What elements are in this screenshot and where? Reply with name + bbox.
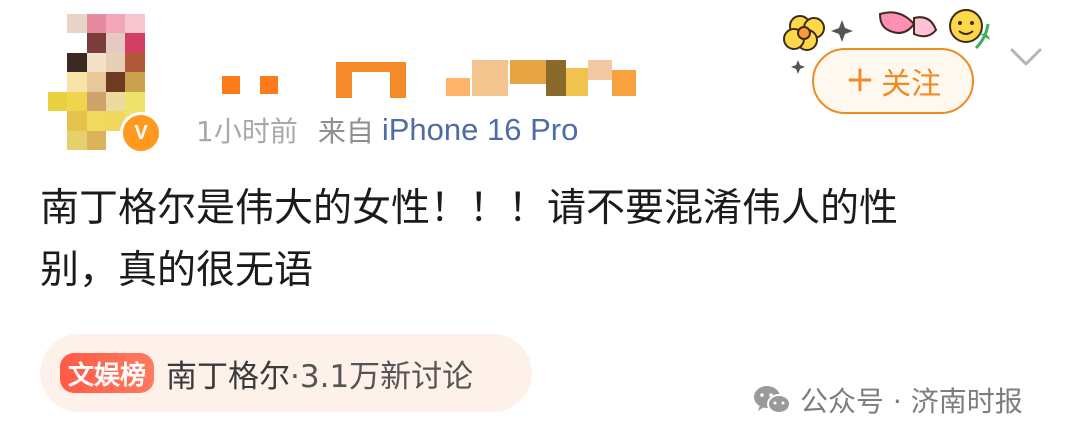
post-text-line: 南丁格尔是伟大的女性！！！请不要混淆伟人的性 xyxy=(40,186,899,231)
post-source: 来自 iPhone 16 Pro xyxy=(318,110,579,150)
wechat-icon xyxy=(754,386,791,414)
post-meta: 1小时前 来自 iPhone 16 Pro xyxy=(196,108,578,152)
plus-icon: + xyxy=(844,58,876,100)
post-text-line: 别，真的很无语 xyxy=(40,248,314,293)
post-content: 南丁格尔是伟大的女性！！！请不要混淆伟人的性 别，真的很无语 xyxy=(40,178,1030,302)
topic-label: 南丁格尔·3.1万新讨论 xyxy=(166,351,473,396)
source-prefix: 来自 xyxy=(317,115,374,148)
chevron-down-icon[interactable] xyxy=(1008,44,1044,70)
watermark-label: 公众号 · 济南时报 xyxy=(800,385,1023,418)
username-redacted[interactable] xyxy=(210,58,640,104)
topic-chip[interactable]: 文娱榜 南丁格尔·3.1万新讨论 xyxy=(40,334,532,412)
verified-icon: V xyxy=(120,112,162,154)
topic-stats: ·3.1万新讨论 xyxy=(290,358,474,395)
watermark: 公众号 · 济南时报 xyxy=(752,378,1023,422)
device-link[interactable]: iPhone 16 Pro xyxy=(382,112,578,148)
topic-title: 南丁格尔 xyxy=(166,358,291,395)
post-time: 1小时前 xyxy=(196,115,298,148)
topic-badge: 文娱榜 xyxy=(60,353,155,393)
follow-button[interactable]: + 关注 xyxy=(812,48,974,114)
follow-label: 关注 xyxy=(881,67,942,102)
